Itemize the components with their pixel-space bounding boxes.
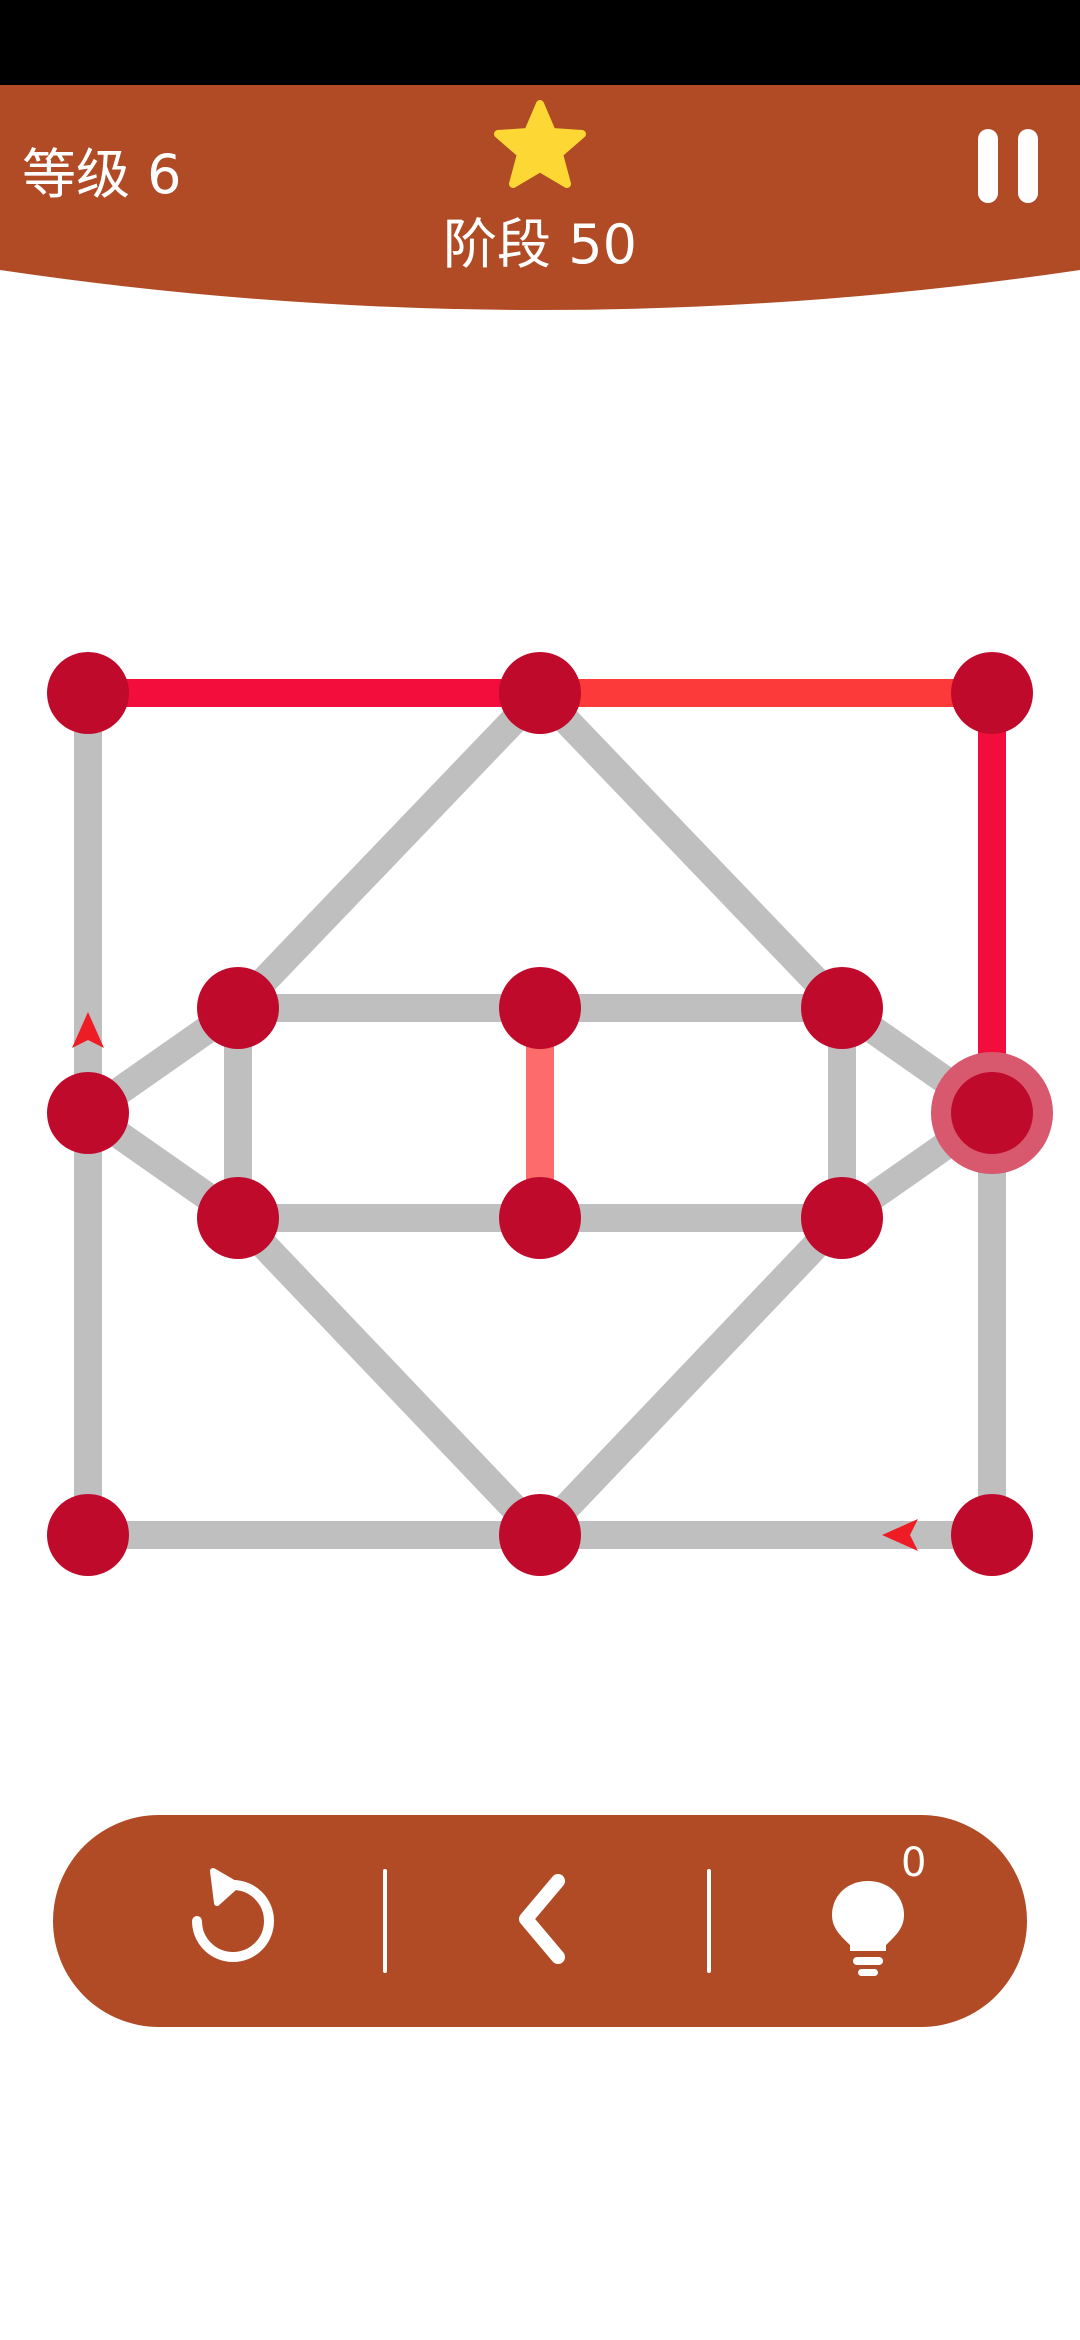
restart-icon — [192, 1868, 274, 1962]
node-left-middle[interactable] — [47, 1072, 129, 1154]
node-bottom-right[interactable] — [951, 1494, 1033, 1576]
node-right-middle[interactable] — [951, 1072, 1033, 1154]
drawn-edges — [88, 679, 1006, 1218]
node-inner-top-center[interactable] — [499, 967, 581, 1049]
node-inner-bottom-right[interactable] — [801, 1177, 883, 1259]
node-inner-top-right[interactable] — [801, 967, 883, 1049]
back-arrow-icon — [519, 1874, 565, 1964]
header: 等级 6 阶段 50 — [0, 85, 1080, 320]
node-bottom-left[interactable] — [47, 1494, 129, 1576]
status-bar — [0, 0, 1080, 85]
level-label: 等级 6 — [22, 143, 182, 206]
node-top-right[interactable] — [951, 652, 1033, 734]
toolbar-divider-right — [707, 1869, 711, 1973]
node-inner-bottom-center[interactable] — [499, 1177, 581, 1259]
bottom-toolbar: 0 — [53, 1815, 1027, 2027]
edge-top-center-to-inner-top-right — [526, 679, 856, 1022]
star-icon — [494, 100, 586, 188]
hint-count-badge: 0 — [901, 1840, 927, 1886]
undo-button[interactable] — [470, 1851, 610, 1991]
pause-icon-bar-right — [1018, 129, 1038, 203]
puzzle-board[interactable] — [0, 600, 1080, 1640]
node-inner-top-left[interactable] — [197, 967, 279, 1049]
stage-label: 阶段 50 — [443, 213, 637, 276]
node-top-left[interactable] — [47, 652, 129, 734]
node-bottom-center[interactable] — [499, 1494, 581, 1576]
toolbar-divider-left — [383, 1869, 387, 1973]
edge-bottom-center-to-inner-bottom-left — [224, 1204, 554, 1549]
restart-button[interactable] — [163, 1851, 303, 1991]
node-inner-bottom-left[interactable] — [197, 1177, 279, 1259]
node-top-center[interactable] — [499, 652, 581, 734]
pause-icon-bar-left — [978, 129, 998, 203]
edge-top-center-to-inner-top-left — [224, 679, 554, 1022]
edge-bottom-center-to-inner-bottom-right — [526, 1204, 856, 1549]
pause-button[interactable] — [972, 123, 1044, 209]
